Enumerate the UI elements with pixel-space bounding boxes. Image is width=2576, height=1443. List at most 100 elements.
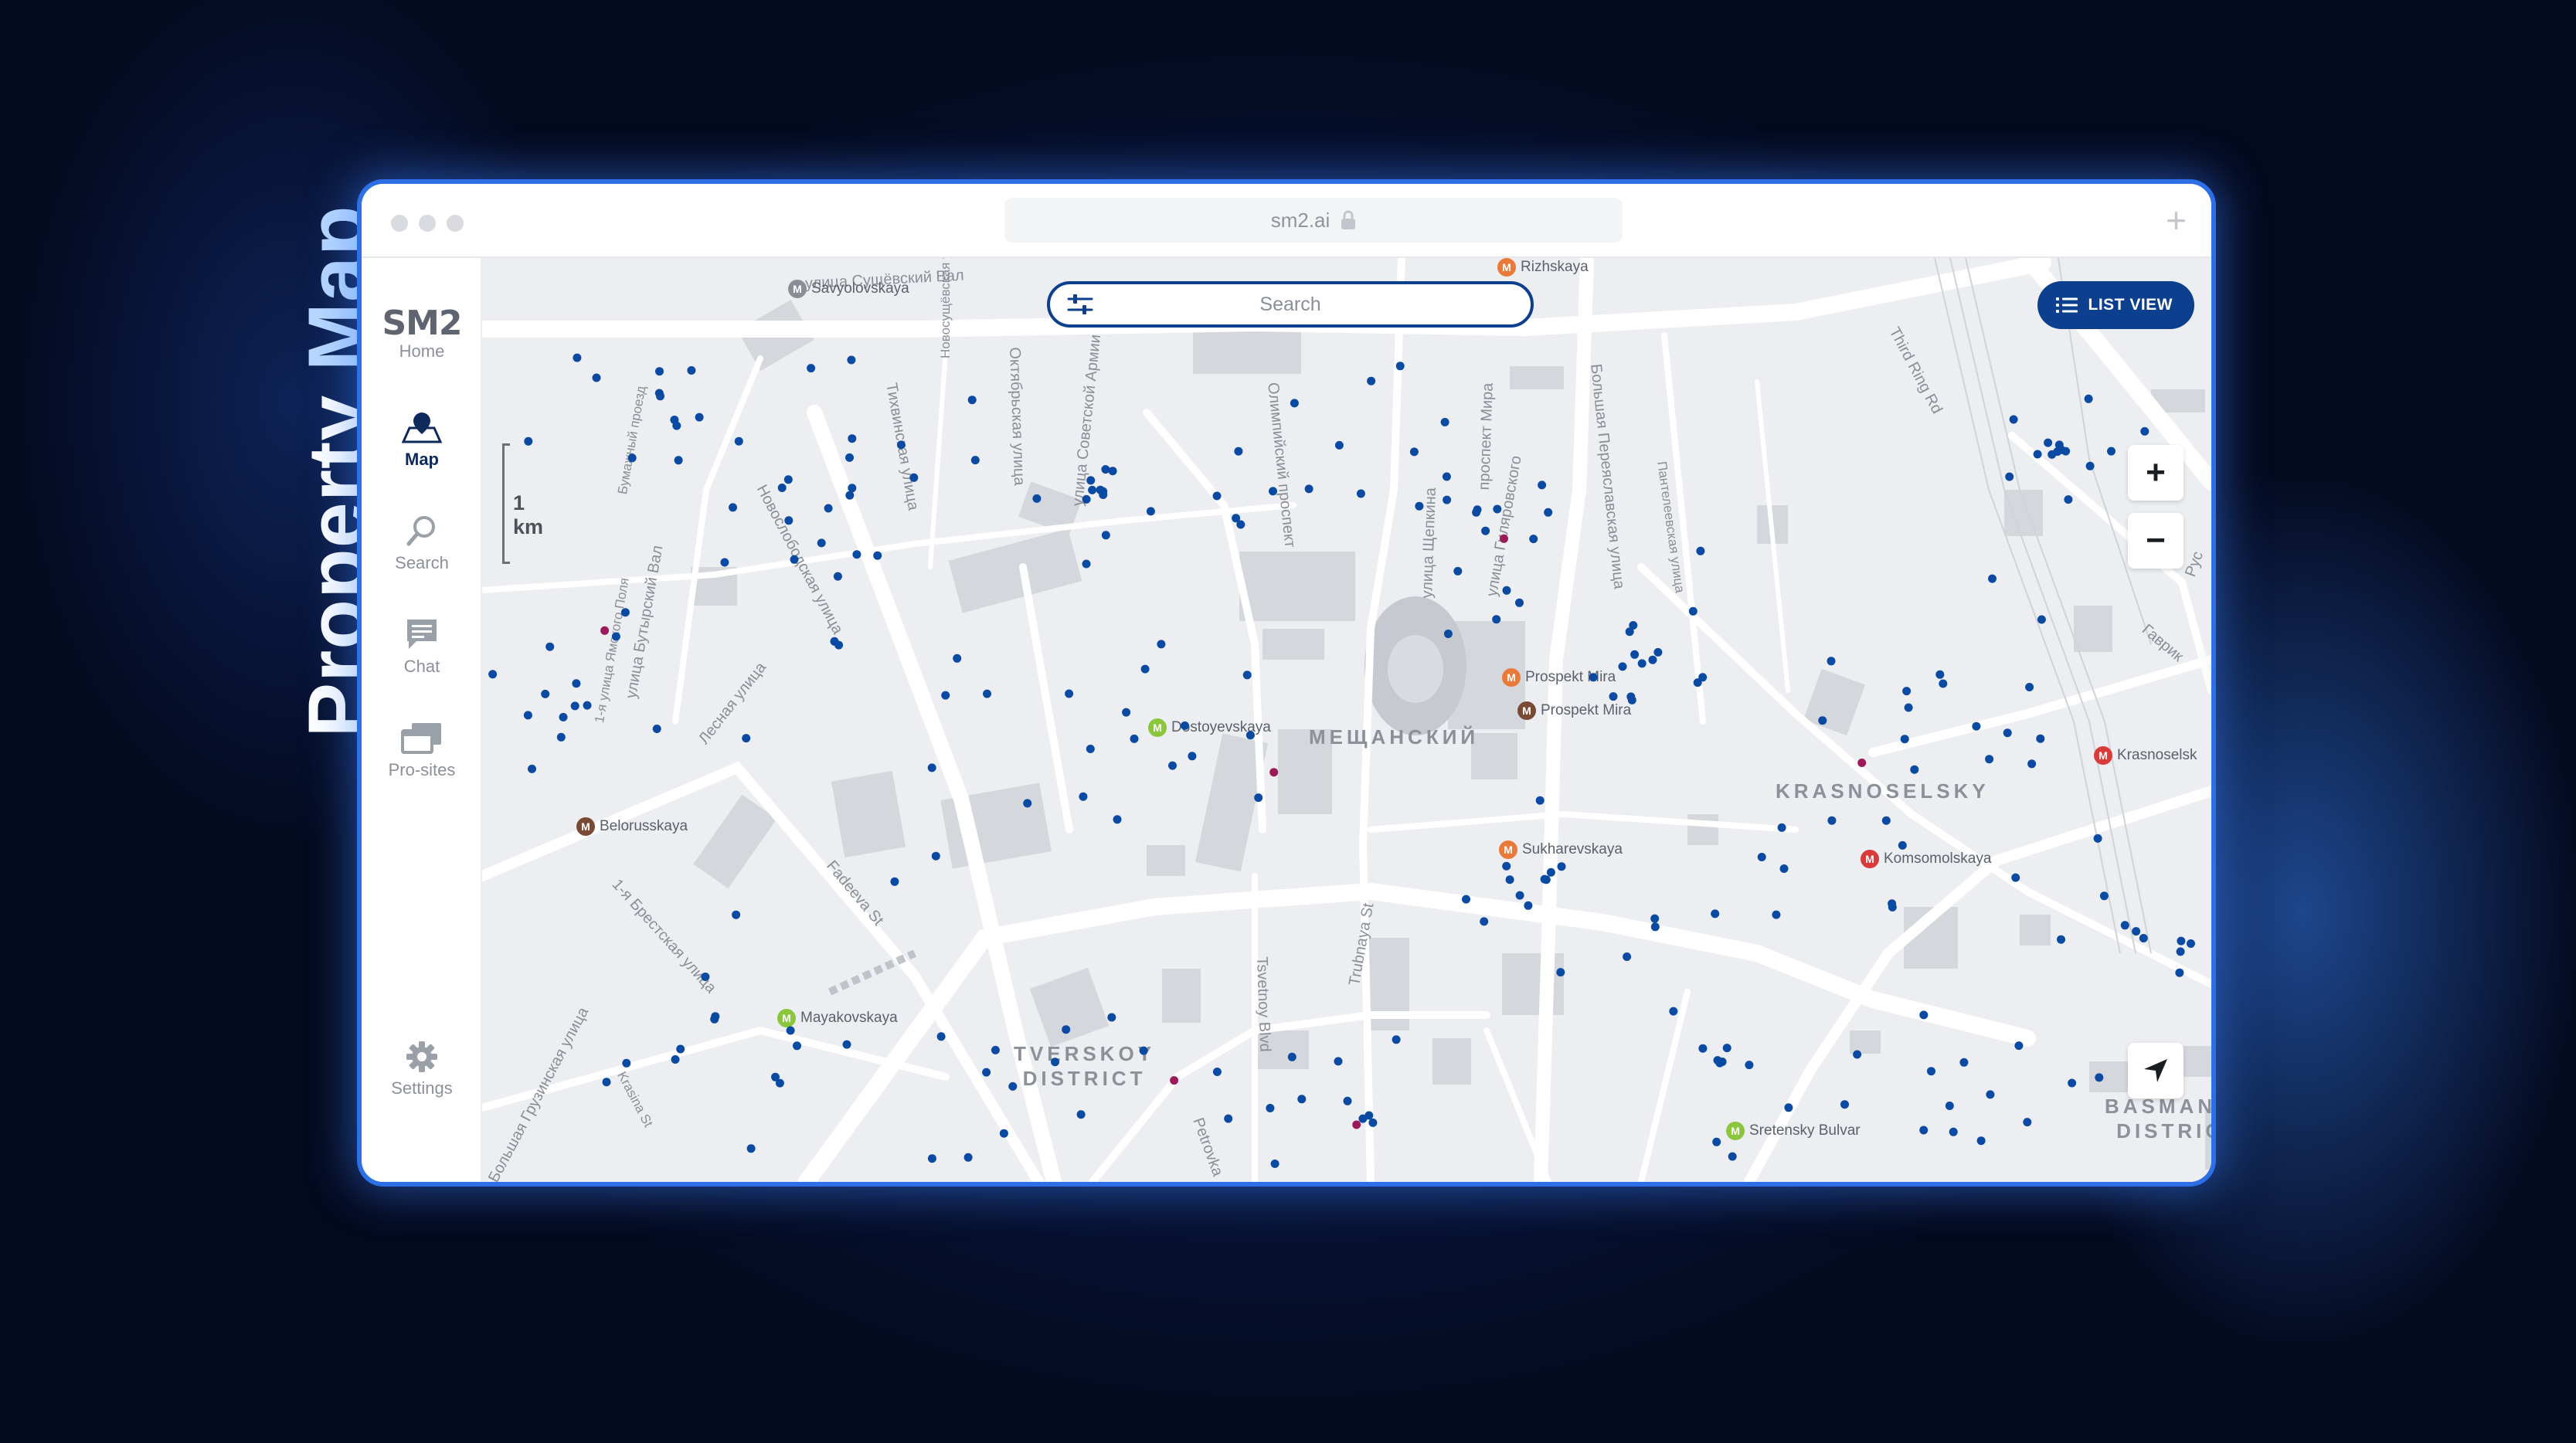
property-marker[interactable] <box>1515 891 1524 900</box>
property-marker[interactable] <box>1556 968 1565 977</box>
property-marker[interactable] <box>701 973 710 981</box>
property-marker[interactable] <box>670 416 679 424</box>
property-marker[interactable] <box>674 456 683 465</box>
property-marker[interactable] <box>1589 673 1598 682</box>
property-marker[interactable] <box>556 732 566 742</box>
sidebar-item-chat[interactable]: Chat <box>362 616 482 677</box>
property-marker[interactable] <box>1086 745 1095 753</box>
property-marker[interactable] <box>2064 495 2073 504</box>
property-marker[interactable] <box>1146 507 1155 516</box>
property-marker[interactable] <box>2084 394 2093 403</box>
property-marker[interactable] <box>1287 1052 1296 1061</box>
property-marker[interactable] <box>1443 630 1453 638</box>
property-marker[interactable] <box>941 691 950 700</box>
property-marker[interactable] <box>600 626 610 635</box>
property-marker[interactable] <box>1107 1013 1116 1022</box>
property-marker[interactable] <box>1032 494 1042 503</box>
property-marker[interactable] <box>1857 759 1867 767</box>
list-view-button[interactable]: LIST VIEW <box>2037 281 2194 329</box>
property-marker[interactable] <box>1440 418 1449 426</box>
property-marker[interactable] <box>1269 487 1277 496</box>
property-marker[interactable] <box>2068 1078 2077 1088</box>
property-marker[interactable] <box>783 475 793 484</box>
maximize-dot[interactable] <box>447 215 464 232</box>
property-marker[interactable] <box>771 1072 780 1081</box>
property-marker[interactable] <box>1062 1025 1071 1034</box>
property-marker[interactable] <box>1972 722 1981 731</box>
property-marker[interactable] <box>611 632 620 641</box>
property-marker[interactable] <box>1718 1058 1727 1066</box>
property-marker[interactable] <box>2176 947 2185 956</box>
property-marker[interactable] <box>1696 546 1705 555</box>
property-marker[interactable] <box>1910 765 1919 774</box>
property-marker[interactable] <box>1698 673 1708 682</box>
property-marker[interactable] <box>1065 689 1074 698</box>
property-marker[interactable] <box>1352 1120 1361 1129</box>
property-marker[interactable] <box>676 1044 685 1054</box>
property-marker[interactable] <box>1777 823 1786 832</box>
property-marker[interactable] <box>817 538 826 548</box>
property-marker[interactable] <box>1140 664 1150 674</box>
property-marker[interactable] <box>1722 1044 1731 1053</box>
filter-sliders-icon[interactable] <box>1067 293 1093 316</box>
property-marker[interactable] <box>1976 1136 1986 1146</box>
property-marker[interactable] <box>2061 446 2071 456</box>
property-marker[interactable] <box>1266 1104 1275 1112</box>
property-marker[interactable] <box>1544 508 1553 517</box>
property-marker[interactable] <box>2003 728 2012 738</box>
property-marker[interactable] <box>2005 472 2014 481</box>
property-marker[interactable] <box>1919 1126 1929 1135</box>
property-marker[interactable] <box>573 353 582 362</box>
property-marker[interactable] <box>1618 662 1627 671</box>
property-marker[interactable] <box>1368 1118 1378 1127</box>
property-marker[interactable] <box>1888 899 1897 908</box>
property-marker[interactable] <box>2009 415 2018 424</box>
property-marker[interactable] <box>711 1012 720 1021</box>
property-marker[interactable] <box>695 413 704 422</box>
property-marker[interactable] <box>1772 910 1781 919</box>
property-marker[interactable] <box>523 711 532 720</box>
property-marker[interactable] <box>2054 440 2064 450</box>
property-marker[interactable] <box>1442 472 1451 481</box>
property-marker[interactable] <box>845 491 855 500</box>
minimize-dot[interactable] <box>419 215 436 232</box>
property-marker[interactable] <box>2037 615 2046 624</box>
property-marker[interactable] <box>1898 840 1907 850</box>
property-marker[interactable] <box>1784 1103 1793 1112</box>
property-marker[interactable] <box>1082 494 1091 504</box>
property-marker[interactable] <box>2085 461 2095 470</box>
property-marker[interactable] <box>1170 1076 1179 1085</box>
property-marker[interactable] <box>1086 476 1096 485</box>
property-marker[interactable] <box>786 1026 795 1035</box>
property-marker[interactable] <box>732 910 741 919</box>
property-marker[interactable] <box>1212 491 1222 501</box>
property-marker[interactable] <box>1853 1050 1862 1059</box>
property-marker[interactable] <box>2027 759 2037 769</box>
property-marker[interactable] <box>936 1032 946 1041</box>
property-marker[interactable] <box>1902 687 1912 696</box>
property-marker[interactable] <box>1986 1090 1995 1099</box>
property-marker[interactable] <box>1939 679 1948 688</box>
property-marker[interactable] <box>852 550 861 559</box>
property-marker[interactable] <box>1082 559 1091 569</box>
property-marker[interactable] <box>1535 796 1545 805</box>
property-marker[interactable] <box>963 1153 973 1162</box>
property-marker[interactable] <box>845 453 854 462</box>
search-input[interactable] <box>1093 293 1487 316</box>
property-marker[interactable] <box>1988 574 1997 583</box>
property-marker[interactable] <box>824 504 833 513</box>
property-marker[interactable] <box>1246 731 1255 740</box>
property-marker[interactable] <box>2023 1118 2032 1127</box>
property-marker[interactable] <box>1290 399 1299 408</box>
property-marker[interactable] <box>1480 917 1489 926</box>
property-marker[interactable] <box>1949 1127 1958 1136</box>
property-marker[interactable] <box>777 484 787 492</box>
property-marker[interactable] <box>1270 1159 1280 1168</box>
property-marker[interactable] <box>1481 526 1490 535</box>
property-marker[interactable] <box>2044 438 2053 447</box>
property-marker[interactable] <box>970 456 980 465</box>
property-marker[interactable] <box>1130 734 1139 743</box>
zoom-out-button[interactable]: − <box>2128 513 2183 569</box>
property-marker[interactable] <box>541 689 550 698</box>
property-marker[interactable] <box>1698 1044 1708 1053</box>
